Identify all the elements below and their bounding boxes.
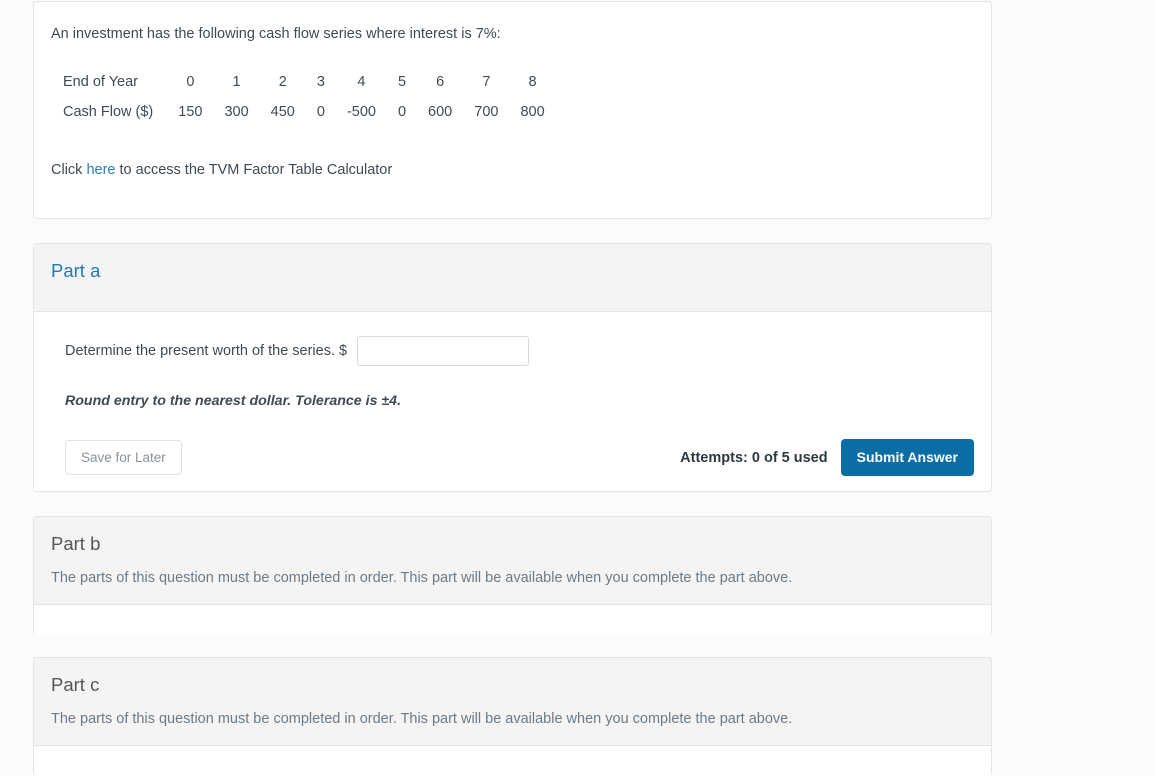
year-cell-0: 0: [186, 74, 195, 91]
part-b-card: Part b The parts of this question must b…: [33, 516, 992, 635]
question-page: An investment has the following cash flo…: [0, 0, 1154, 776]
year-cell-8: 8: [528, 74, 537, 91]
submit-answer-button[interactable]: Submit Answer: [840, 439, 974, 477]
part-c-header: Part c The parts of this question must b…: [34, 658, 991, 746]
cash-flow-cell-0: 150: [178, 104, 203, 121]
cash-flow-table: End of Year 0 1 2 3 4 5 6 7 8 Cash Flow …: [63, 68, 556, 128]
tvm-calculator-link[interactable]: here: [86, 162, 115, 178]
year-cell-1: 1: [232, 74, 241, 91]
cash-flow-cell-8: 800: [520, 104, 545, 121]
part-b-header: Part b The parts of this question must b…: [34, 517, 991, 605]
save-for-later-button[interactable]: Save for Later: [65, 439, 182, 476]
question-stem-card: An investment has the following cash flo…: [33, 1, 992, 219]
cash-flow-cell-6: 600: [428, 104, 453, 121]
present-worth-input[interactable]: [357, 336, 530, 366]
part-a-title: Part a: [51, 260, 101, 281]
year-cell-2: 2: [278, 74, 287, 91]
year-cell-7: 7: [482, 74, 491, 91]
stem-intro-text: An investment has the following cash flo…: [51, 26, 501, 42]
part-a-header: Part a: [34, 244, 991, 312]
part-a-action-row: Save for Later Attempts: 0 of 5 used Sub…: [51, 439, 974, 477]
part-a-card: Part a Determine the present worth of th…: [33, 243, 992, 492]
cash-flow-cell-5: 0: [397, 104, 407, 121]
submit-group: Attempts: 0 of 5 used Submit Answer: [680, 439, 974, 477]
stem-inner: An investment has the following cash flo…: [34, 2, 991, 178]
tvm-prefix-text: Click: [51, 161, 87, 178]
tvm-calculator-line: Click here to access the TVM Factor Tabl…: [51, 162, 974, 178]
part-a-question-label: Determine the present worth of the serie…: [65, 343, 348, 359]
year-cell-4: 4: [357, 74, 366, 91]
cash-flow-cell-3: 0: [316, 104, 325, 121]
cash-flow-cell-4: -500: [346, 104, 376, 121]
table-row: End of Year 0 1 2 3 4 5 6 7 8: [63, 68, 556, 98]
year-cell-3: 3: [316, 74, 325, 91]
cash-flow-cell-7: 700: [474, 104, 499, 121]
tolerance-note: Round entry to the nearest dollar. Toler…: [65, 393, 402, 409]
part-b-body: [34, 605, 991, 635]
year-cell-6: 6: [436, 74, 445, 91]
attempts-counter: Attempts: 0 of 5 used: [680, 449, 828, 466]
part-c-body: [34, 746, 991, 776]
part-b-locked-message: The parts of this question must be compl…: [51, 570, 793, 587]
cash-flow-cell-1: 300: [224, 104, 249, 121]
part-c-locked-message: The parts of this question must be compl…: [51, 711, 793, 728]
part-c-title: Part c: [51, 674, 100, 695]
tvm-suffix-text: to access the TVM Factor Table Calculato…: [115, 161, 393, 178]
part-c-card: Part c The parts of this question must b…: [33, 657, 992, 776]
part-b-title: Part b: [51, 533, 101, 554]
answer-row: Determine the present worth of the serie…: [51, 312, 974, 366]
row-label-end-of-year: End of Year: [63, 74, 138, 91]
year-cell-5: 5: [397, 74, 407, 91]
table-row: Cash Flow ($) 150 300 450 0 -500 0 600 7…: [63, 98, 556, 128]
row-label-cash-flow: Cash Flow ($): [63, 104, 154, 121]
cash-flow-cell-2: 450: [270, 104, 295, 121]
part-a-body: Determine the present worth of the serie…: [34, 312, 991, 491]
